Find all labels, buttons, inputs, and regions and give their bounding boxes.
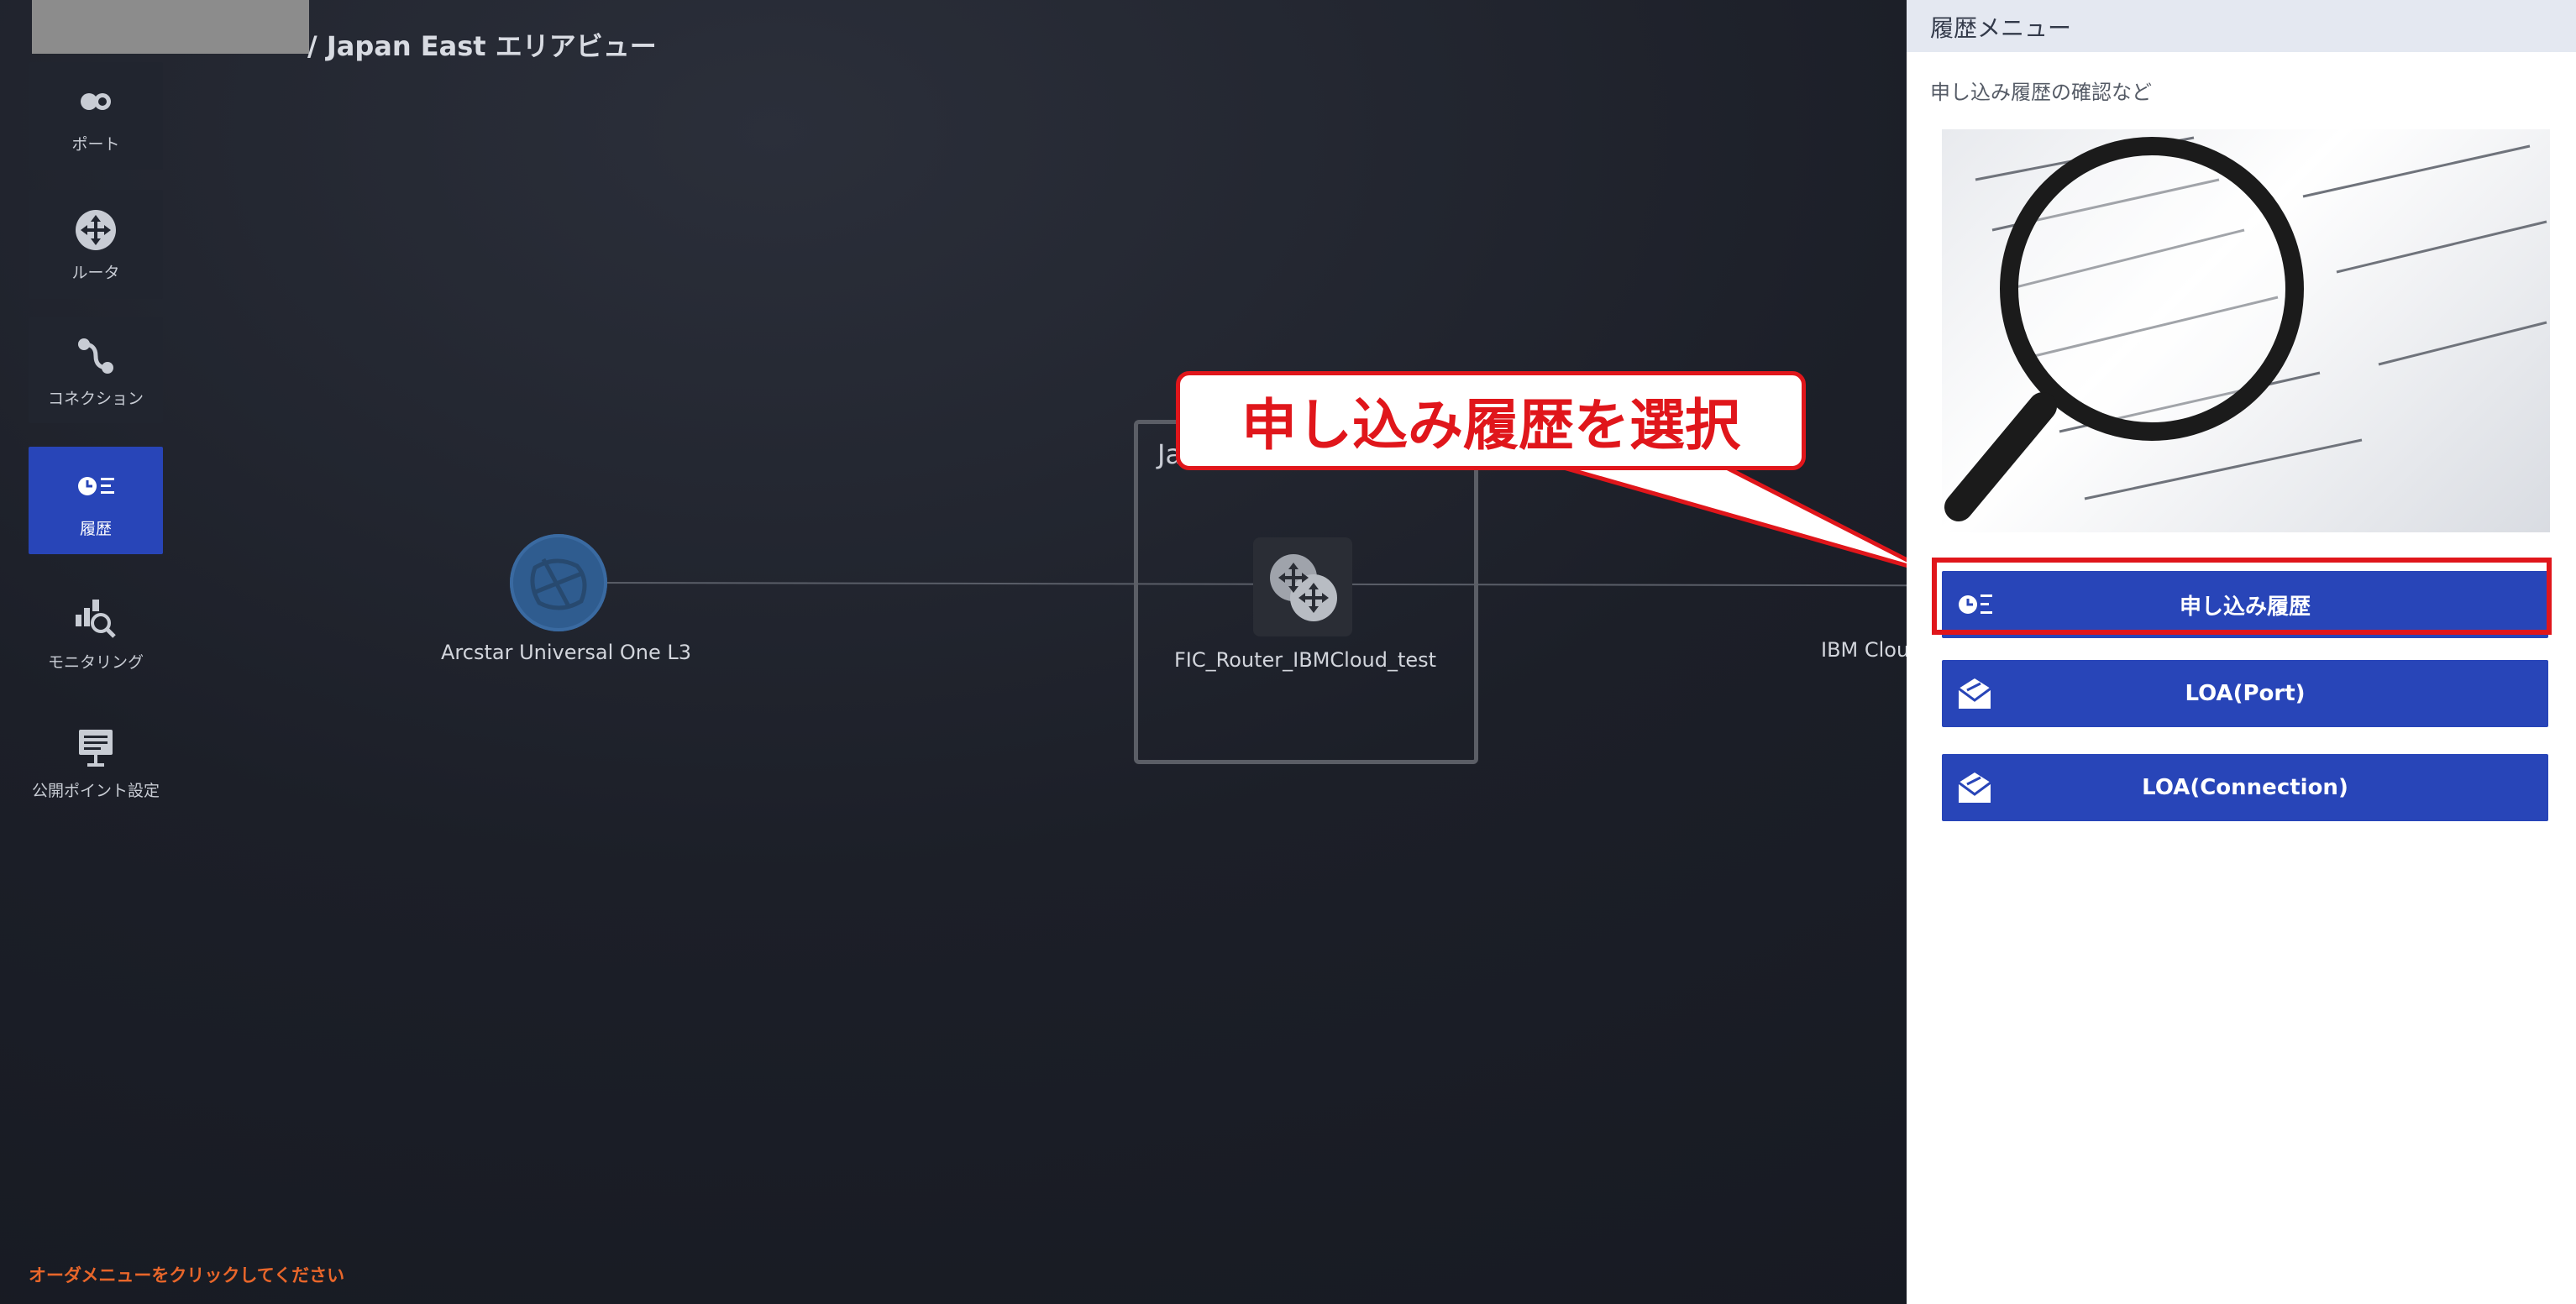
public-point-icon bbox=[79, 729, 113, 767]
sidebar-item-public-point[interactable]: 公開ポイント設定 bbox=[29, 710, 163, 814]
sidebar-item-label: ポート bbox=[71, 134, 120, 154]
sidebar-item-monitoring[interactable]: モニタリング bbox=[29, 579, 163, 689]
connection-icon bbox=[78, 338, 113, 374]
ibm-cloud-node-label: IBM Clou bbox=[1821, 638, 1910, 662]
envelope-icon bbox=[1958, 678, 1991, 709]
sidebar-item-label: コネクション bbox=[47, 389, 144, 408]
redacted-breadcrumb-area bbox=[32, 0, 309, 54]
router-icon bbox=[76, 209, 116, 250]
panel-description: 申し込み履歴の確認など bbox=[1930, 81, 2152, 104]
history-menu-panel: 履歴メニュー 申し込み履歴の確認など 申し込み履歴 LOA(Port) LOA(… bbox=[1907, 0, 2576, 1304]
sidebar-item-label: 公開ポイント設定 bbox=[31, 781, 160, 800]
envelope-icon bbox=[1958, 772, 1991, 803]
sidebar-item-label: モニタリング bbox=[47, 652, 144, 672]
highlight-frame bbox=[1932, 558, 2552, 635]
router-node-icon[interactable] bbox=[1253, 537, 1352, 636]
port-icon bbox=[81, 92, 111, 110]
loa-port-button[interactable]: LOA(Port) bbox=[1942, 660, 2548, 727]
sidebar-item-label: ルータ bbox=[71, 263, 120, 282]
loa-connection-button[interactable]: LOA(Connection) bbox=[1942, 754, 2548, 821]
router-node-label: FIC_Router_IBMCloud_test bbox=[1174, 648, 1437, 672]
sidebar-item-router[interactable]: ルータ bbox=[29, 190, 163, 299]
button-label: LOA(Port) bbox=[2185, 681, 2306, 706]
sidebar-item-port[interactable]: ポート bbox=[29, 62, 163, 170]
monitoring-icon bbox=[76, 599, 116, 638]
panel-title: 履歴メニュー bbox=[1930, 14, 2072, 42]
sidebar-item-connection[interactable]: コネクション bbox=[29, 317, 163, 423]
area-view-screen: / Japan East エリアビュー ポート ルータ コネクション 履歴 モニ… bbox=[0, 0, 2576, 1304]
annotation-callout: 申し込み履歴を選択 bbox=[1176, 371, 1806, 470]
cloud-node-icon[interactable] bbox=[510, 534, 607, 631]
cloud-node-label: Arcstar Universal One L3 bbox=[441, 641, 691, 664]
history-icon bbox=[78, 476, 114, 495]
sidebar-item-label: 履歴 bbox=[79, 519, 112, 538]
order-hint-text: オーダメニューをクリックしてください bbox=[29, 1265, 345, 1286]
breadcrumb: / Japan East エリアビュー bbox=[307, 30, 657, 62]
button-label: LOA(Connection) bbox=[2142, 775, 2348, 800]
sidebar-item-history[interactable]: 履歴 bbox=[29, 447, 163, 554]
magnifier-document-image bbox=[1942, 129, 2550, 532]
panel-header: 履歴メニュー bbox=[1907, 0, 2576, 52]
